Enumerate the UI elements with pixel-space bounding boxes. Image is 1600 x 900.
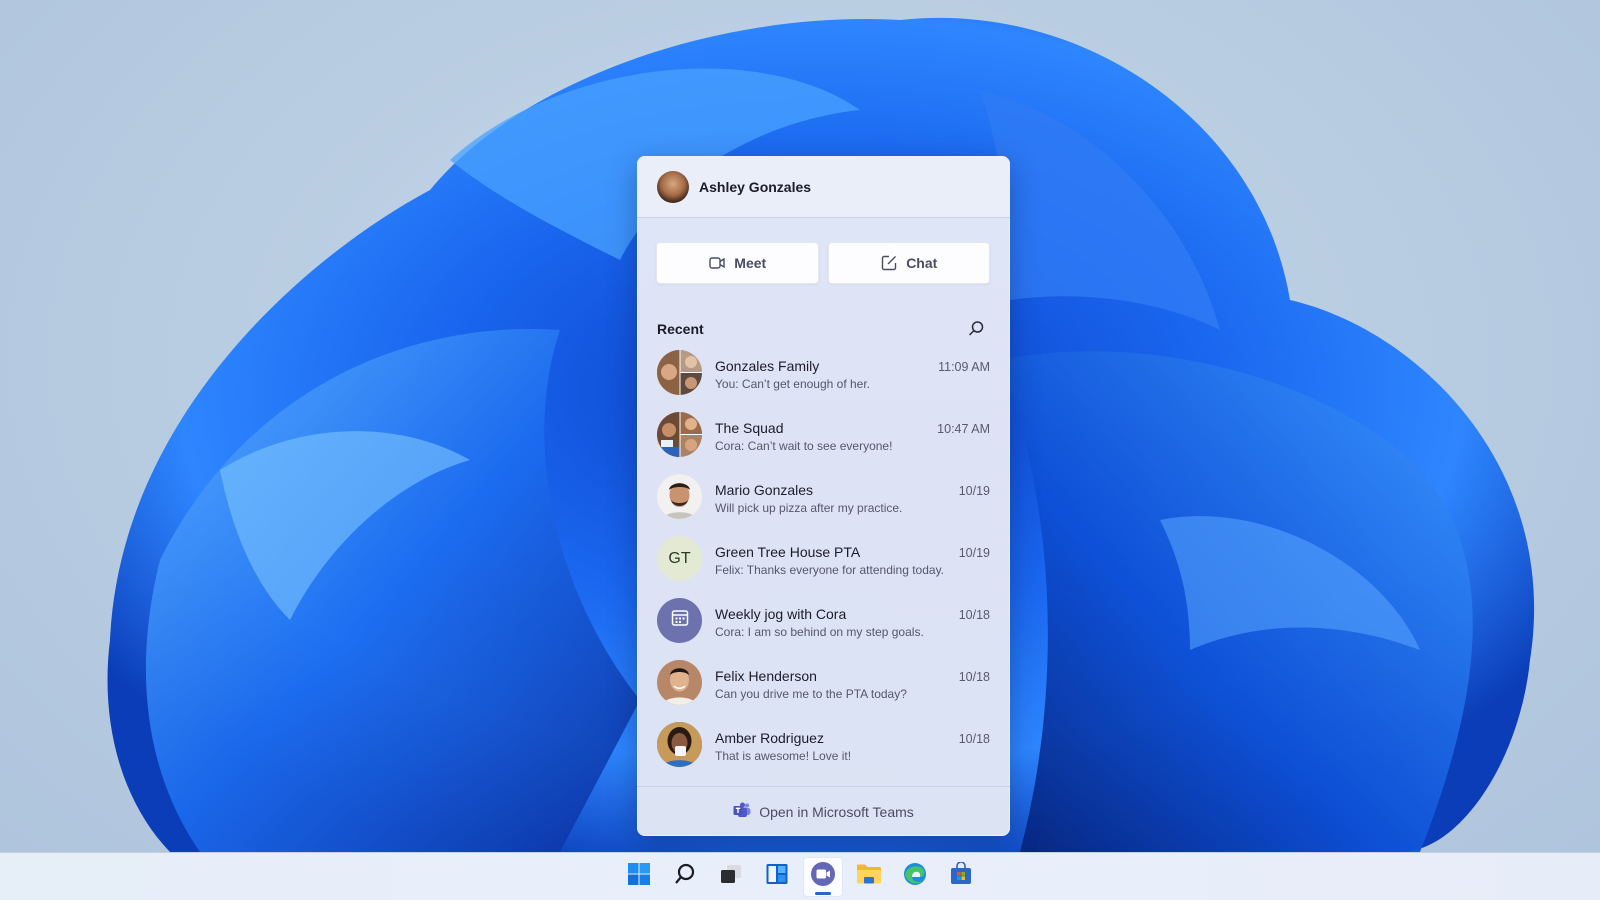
conversation-item[interactable]: The Squad 10:47 AM Cora: Can’t wait to s… bbox=[637, 412, 1010, 474]
conversation-preview: That is awesome! Love it! bbox=[715, 749, 852, 763]
conversation-time: 10/18 bbox=[958, 608, 990, 622]
group-avatar bbox=[657, 350, 702, 395]
conversation-time: 10:47 AM bbox=[937, 422, 990, 436]
chat-button-label: Chat bbox=[906, 255, 938, 271]
taskbar-search-button[interactable] bbox=[665, 857, 705, 897]
conversation-item[interactable]: Weekly jog with Cora 10/18 Cora: I am so… bbox=[637, 598, 1010, 660]
action-buttons: Meet Chat bbox=[637, 218, 1010, 284]
conversation-name: The Squad bbox=[715, 420, 784, 436]
conversation-preview: You: Can’t get enough of her. bbox=[715, 377, 871, 391]
teams-chat-icon bbox=[810, 861, 836, 892]
conversation-item[interactable]: Mario Gonzales 10/19 Will pick up pizza … bbox=[637, 474, 1010, 536]
task-view-icon bbox=[719, 862, 743, 891]
calendar-icon bbox=[670, 608, 690, 633]
user-name: Ashley Gonzales bbox=[699, 178, 812, 195]
conversation-time: 10/19 bbox=[958, 546, 990, 560]
search-icon[interactable] bbox=[966, 319, 986, 339]
conversation-time: 11:09 AM bbox=[938, 360, 990, 374]
recent-conversations-list: Gonzales Family 11:09 AM You: Can’t get … bbox=[637, 344, 1010, 784]
widgets-icon bbox=[765, 862, 789, 891]
conversation-preview: Can you drive me to the PTA today? bbox=[715, 687, 907, 701]
windows-logo-icon bbox=[627, 862, 651, 891]
conversation-name: Weekly jog with Cora bbox=[715, 606, 847, 622]
chat-button[interactable]: Chat bbox=[827, 242, 990, 284]
conversation-name: Amber Rodriguez bbox=[715, 730, 824, 746]
chat-taskbar-button[interactable] bbox=[803, 856, 843, 897]
search-icon bbox=[673, 862, 697, 891]
conversation-time: 10/18 bbox=[958, 670, 990, 684]
folder-icon bbox=[856, 862, 882, 891]
teams-icon bbox=[733, 802, 751, 821]
conversation-item[interactable]: Felix Henderson 10/18 Can you drive me t… bbox=[637, 660, 1010, 722]
conversation-preview: Felix: Thanks everyone for attending tod… bbox=[715, 563, 945, 577]
meeting-avatar bbox=[657, 598, 702, 643]
task-view-button[interactable] bbox=[711, 857, 751, 897]
conversation-preview: Cora: I am so behind on my step goals. bbox=[715, 625, 924, 639]
teams-chat-flyout: Ashley Gonzales Meet Chat Recent Gonzale… bbox=[637, 156, 1010, 836]
user-avatar[interactable] bbox=[657, 170, 689, 203]
conversation-name: Felix Henderson bbox=[715, 668, 817, 684]
open-in-teams-label: Open in Microsoft Teams bbox=[759, 803, 914, 820]
conversation-item[interactable]: Amber Rodriguez 10/18 That is awesome! L… bbox=[637, 722, 1010, 784]
widgets-button[interactable] bbox=[757, 857, 797, 897]
edge-button[interactable] bbox=[895, 857, 935, 897]
recent-title: Recent bbox=[657, 321, 704, 337]
compose-icon bbox=[880, 254, 898, 272]
avatar-initials: GT bbox=[668, 549, 691, 567]
contact-avatar bbox=[657, 474, 702, 519]
store-button[interactable] bbox=[941, 857, 981, 897]
contact-avatar bbox=[657, 722, 702, 767]
edge-icon bbox=[903, 862, 927, 891]
video-camera-icon bbox=[708, 254, 726, 272]
conversation-item[interactable]: GT Green Tree House PTA 10/19 Felix: Tha… bbox=[637, 536, 1010, 598]
store-icon bbox=[949, 861, 973, 891]
meet-button-label: Meet bbox=[734, 255, 767, 271]
recent-header: Recent bbox=[637, 284, 1010, 344]
conversation-name: Mario Gonzales bbox=[715, 482, 814, 498]
group-avatar bbox=[657, 412, 702, 457]
conversation-name: Green Tree House PTA bbox=[715, 544, 861, 560]
conversation-time: 10/19 bbox=[958, 484, 990, 498]
file-explorer-button[interactable] bbox=[849, 857, 889, 897]
start-button[interactable] bbox=[619, 857, 659, 897]
conversation-time: 10/18 bbox=[958, 732, 990, 746]
meet-button[interactable]: Meet bbox=[656, 242, 819, 284]
conversation-preview: Cora: Can’t wait to see everyone! bbox=[715, 439, 893, 453]
flyout-header: Ashley Gonzales bbox=[637, 156, 1010, 218]
open-in-teams-link[interactable]: Open in Microsoft Teams bbox=[637, 786, 1010, 836]
contact-avatar bbox=[657, 660, 702, 705]
conversation-preview: Will pick up pizza after my practice. bbox=[715, 501, 903, 515]
conversation-item[interactable]: Gonzales Family 11:09 AM You: Can’t get … bbox=[637, 350, 1010, 412]
initials-avatar: GT bbox=[657, 536, 702, 581]
conversation-name: Gonzales Family bbox=[715, 358, 820, 374]
taskbar bbox=[0, 852, 1600, 900]
